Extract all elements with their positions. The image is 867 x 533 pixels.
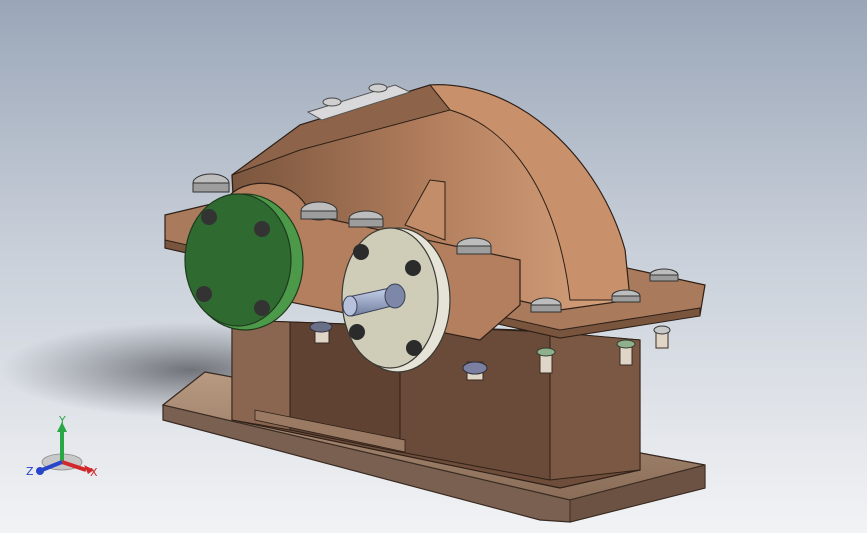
bearing-cap-green[interactable] — [184, 193, 304, 331]
hex-bolt[interactable] — [348, 210, 384, 228]
spring-bolt[interactable] — [653, 325, 671, 349]
inspection-bolt — [322, 97, 342, 107]
cap-bolt — [254, 300, 270, 316]
cap-bolt — [254, 221, 270, 237]
y-axis-label: Y — [58, 414, 66, 427]
flange-bolt — [406, 340, 422, 356]
hex-bolt[interactable] — [530, 297, 562, 313]
flange-bolt — [353, 244, 369, 260]
x-axis-label: X — [90, 466, 98, 479]
spring-bolt[interactable] — [536, 347, 556, 374]
flange-bolt — [349, 324, 365, 340]
cap-bolt — [201, 209, 217, 225]
view-orientation-triad[interactable]: Y X Z — [24, 412, 104, 482]
gear-reducer-model[interactable] — [0, 0, 867, 533]
flange-bolt — [405, 260, 421, 276]
hex-bolt[interactable] — [300, 201, 338, 221]
hex-bolt[interactable] — [192, 173, 230, 193]
hex-bolt[interactable] — [611, 289, 641, 303]
spring-bolt[interactable] — [462, 361, 488, 381]
z-axis-label: Z — [26, 465, 34, 478]
inspection-bolt — [368, 83, 388, 93]
hex-bolt[interactable] — [456, 237, 492, 255]
hex-bolt[interactable] — [649, 268, 679, 282]
spring-bolt[interactable] — [616, 339, 636, 366]
z-axis-arrow — [36, 467, 44, 475]
cap-bolt — [196, 286, 212, 302]
graphics-viewport[interactable]: Y X Z — [0, 0, 867, 533]
